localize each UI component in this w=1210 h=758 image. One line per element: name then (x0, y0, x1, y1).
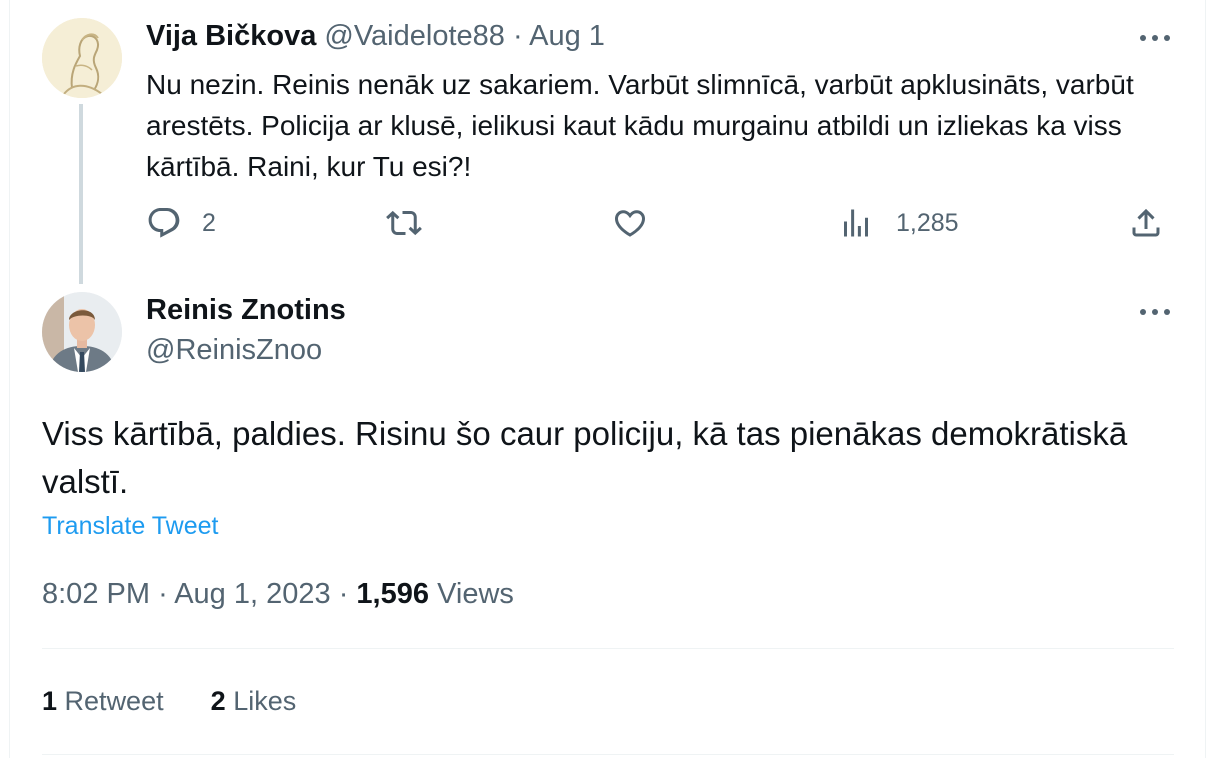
meta-separator: · (158, 578, 168, 610)
avatar-reinis[interactable] (42, 292, 122, 372)
reply-icon (148, 208, 180, 238)
reply-text: Nu nezin. Reinis nenāk uz sakariem. Varb… (146, 69, 1134, 182)
reply-count: 2 (202, 208, 216, 237)
like-button[interactable] (612, 205, 648, 241)
retweet-button[interactable] (386, 205, 422, 241)
retweets-stat[interactable]: 1 Retweet (42, 686, 171, 716)
retweets-count: 1 (42, 686, 58, 716)
reply-action-bar: 2 1,285 (146, 205, 1166, 249)
retweet-icon (386, 210, 422, 236)
reply-more-button[interactable] (1140, 33, 1170, 43)
likes-stat[interactable]: 2 Likes (211, 686, 297, 716)
share-button[interactable] (1128, 205, 1164, 241)
retweets-label: Retweet (64, 686, 164, 716)
share-icon (1132, 208, 1160, 237)
divider-bottom (42, 754, 1174, 755)
reply-author-handle[interactable]: @Vaidelote88 (324, 20, 504, 52)
reply-button[interactable]: 2 (146, 205, 216, 241)
likes-label: Likes (233, 686, 297, 716)
main-tweet-text: Viss kārtībā, paldies. Risinu šo caur po… (42, 415, 1128, 500)
reply-author-name[interactable]: Vija Bičkova (146, 20, 316, 52)
thread-connector-line (79, 104, 83, 284)
more-dot-icon (1140, 309, 1146, 315)
avatar-photo-icon (42, 292, 122, 372)
more-dot-icon (1164, 35, 1170, 41)
engagement-stats: 1 Retweet 2 Likes (42, 686, 296, 717)
tweet-views-count: 1,596 (356, 578, 429, 610)
more-dot-icon (1152, 309, 1158, 315)
more-dot-icon (1164, 309, 1170, 315)
tweet-date[interactable]: Aug 1, 2023 (174, 578, 330, 610)
divider-top (42, 648, 1174, 649)
translate-tweet-link[interactable]: Translate Tweet (42, 512, 218, 541)
meta-separator: · (338, 578, 349, 610)
avatar-sketch-icon (42, 18, 122, 98)
reply-header-separator: · (512, 20, 523, 52)
likes-count: 2 (210, 686, 226, 716)
reply-date[interactable]: Aug 1 (529, 20, 605, 52)
avatar-vija[interactable] (42, 18, 122, 98)
tweet-time[interactable]: 8:02 PM (42, 578, 150, 610)
views-button[interactable]: 1,285 (838, 205, 959, 241)
tweet-meta: 8:02 PM · Aug 1, 2023 · 1,596 Views (42, 578, 514, 611)
views-count: 1,285 (896, 208, 959, 237)
more-dot-icon (1140, 35, 1146, 41)
views-icon (844, 209, 868, 237)
like-icon (614, 210, 646, 237)
tweet-views-label: Views (437, 578, 514, 610)
main-author-name[interactable]: Reinis Znotins (146, 294, 346, 327)
reply-header: Vija Bičkova @Vaidelote88 · Aug 1 (146, 20, 605, 53)
main-author-handle[interactable]: @ReinisZnoo (146, 334, 322, 367)
main-more-button[interactable] (1140, 307, 1170, 317)
more-dot-icon (1152, 35, 1158, 41)
